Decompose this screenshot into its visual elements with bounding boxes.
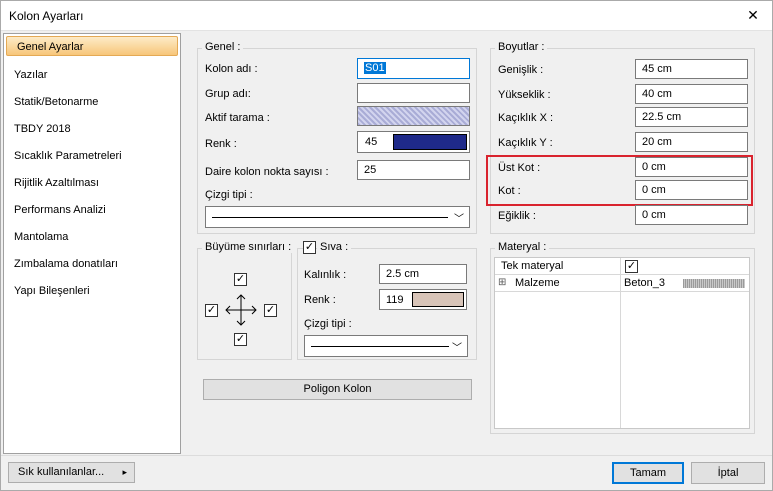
kot-label: Kot : (498, 185, 521, 197)
materyal-row-tek: Tek materyal ✓ (495, 258, 749, 275)
buyume-top-checkbox[interactable]: ✓ (234, 273, 247, 286)
malzeme-texture-swatch (683, 279, 745, 288)
settings-nav-list: Genel Ayarlar Yazılar Statik/Betonarme T… (3, 33, 181, 454)
close-icon[interactable]: ✕ (733, 0, 773, 31)
nav-item-mantolama[interactable]: Mantolama (4, 227, 180, 247)
nav-item-performans[interactable]: Performans Analizi (4, 200, 180, 220)
aktif-tarama-label: Aktif tarama : (205, 112, 270, 124)
renk-value: 45 (365, 136, 378, 148)
kalinlik-label: Kalınlık : (304, 269, 347, 281)
tek-materyal-checkbox[interactable]: ✓ (625, 260, 638, 273)
ust-kot-label: Üst Kot : (498, 162, 541, 174)
chevron-down-icon: ﹀ (454, 214, 464, 225)
egiklik-input[interactable]: 0 cm (635, 205, 748, 225)
nav-item-genel-ayarlar[interactable]: Genel Ayarlar (6, 36, 178, 56)
yukseklik-input[interactable]: 40 cm (635, 84, 748, 104)
window-title: Kolon Ayarları (9, 9, 84, 23)
siva-group-title: Sıva : (317, 241, 352, 253)
kaciklik-y-input[interactable]: 20 cm (635, 132, 748, 152)
kaciklik-y-label: Kaçıklık Y : (498, 137, 553, 149)
title-bar: Kolon Ayarları ✕ (0, 0, 773, 31)
tamam-button[interactable]: Tamam (612, 462, 684, 484)
renk-swatch (393, 134, 467, 150)
siva-renk-label: Renk : (304, 294, 336, 306)
caret-right-icon: ▸ (122, 467, 127, 477)
iptal-button[interactable]: İptal (691, 462, 765, 484)
kalinlik-input[interactable]: 2.5 cm (379, 264, 467, 284)
grup-adi-input[interactable] (357, 83, 470, 103)
siva-renk-value: 119 (386, 294, 404, 306)
materyal-grid: Tek materyal ✓ ⊞ Malzeme Beton_3 (494, 257, 750, 429)
nav-item-yazilar[interactable]: Yazılar (4, 65, 180, 85)
siva-line-style-solid (311, 346, 449, 347)
footer-separator (0, 455, 773, 456)
kolon-adi-input[interactable]: S01 (357, 58, 470, 79)
daire-nokta-input[interactable]: 25 (357, 160, 470, 180)
nav-item-zimbalama[interactable]: Zımbalama donatıları (4, 254, 180, 274)
genel-cizgi-select[interactable]: ﹀ (205, 206, 470, 228)
nav-item-yapi-bilesenleri[interactable]: Yapı Bileşenleri (4, 281, 180, 301)
buyume-group-title: Büyüme sınırları : (202, 241, 295, 253)
buyume-left-checkbox[interactable]: ✓ (205, 304, 218, 317)
buyume-bottom-checkbox[interactable]: ✓ (234, 333, 247, 346)
siva-cizgi-label: Çizgi tipi : (304, 318, 352, 330)
yukseklik-label: Yükseklik : (498, 89, 551, 101)
aktif-tarama-pattern[interactable] (357, 106, 470, 126)
sik-kullanilanlar-button[interactable]: Sık kullanılanlar... ▸ (8, 462, 135, 483)
move-arrows-icon (225, 294, 257, 326)
kolon-adi-value: S01 (364, 62, 386, 74)
kaciklik-x-input[interactable]: 22.5 cm (635, 107, 748, 127)
kot-input[interactable]: 0 cm (635, 180, 748, 200)
siva-renk-swatch (412, 292, 464, 307)
tek-materyal-label: Tek materyal (501, 260, 564, 272)
chevron-down-icon: ﹀ (452, 343, 462, 354)
siva-checkbox[interactable]: ✓ (303, 241, 316, 254)
materyal-group-title: Materyal : (495, 241, 550, 253)
expand-icon[interactable]: ⊞ (498, 275, 506, 292)
renk-picker[interactable]: 45 (357, 131, 470, 153)
kaciklik-x-label: Kaçıklık X : (498, 112, 554, 124)
renk-label: Renk : (205, 138, 237, 150)
grup-adi-label: Grup adı: (205, 88, 251, 100)
buyume-right-checkbox[interactable]: ✓ (264, 304, 277, 317)
genel-cizgi-label: Çizgi tipi : (205, 189, 253, 201)
poligon-kolon-button[interactable]: Poligon Kolon (203, 379, 472, 400)
line-style-solid (212, 217, 448, 218)
malzeme-label: Malzeme (515, 277, 560, 289)
genel-group-title: Genel : (202, 41, 244, 53)
nav-item-sicaklik[interactable]: Sıcaklık Parametreleri (4, 146, 180, 166)
siva-renk-picker[interactable]: 119 (379, 289, 467, 310)
siva-cizgi-select[interactable]: ﹀ (304, 335, 468, 357)
genislik-label: Genişlik : (498, 64, 544, 76)
grid-column-divider (620, 258, 621, 428)
malzeme-value[interactable]: Beton_3 (624, 275, 665, 292)
daire-nokta-label: Daire kolon nokta sayısı : (205, 166, 329, 178)
nav-item-tbdy-2018[interactable]: TBDY 2018 (4, 119, 180, 139)
genislik-input[interactable]: 45 cm (635, 59, 748, 79)
kolon-adi-label: Kolon adı : (205, 63, 258, 75)
boyutlar-group-title: Boyutlar : (495, 41, 548, 53)
nav-item-rijitlik[interactable]: Rijitlik Azaltılması (4, 173, 180, 193)
nav-item-statik-betonarme[interactable]: Statik/Betonarme (4, 92, 180, 112)
materyal-row-malzeme: ⊞ Malzeme Beton_3 (495, 275, 749, 292)
egiklik-label: Eğiklik : (498, 210, 536, 222)
sik-kullanilanlar-label: Sık kullanılanlar... (18, 466, 105, 478)
ust-kot-input[interactable]: 0 cm (635, 157, 748, 177)
